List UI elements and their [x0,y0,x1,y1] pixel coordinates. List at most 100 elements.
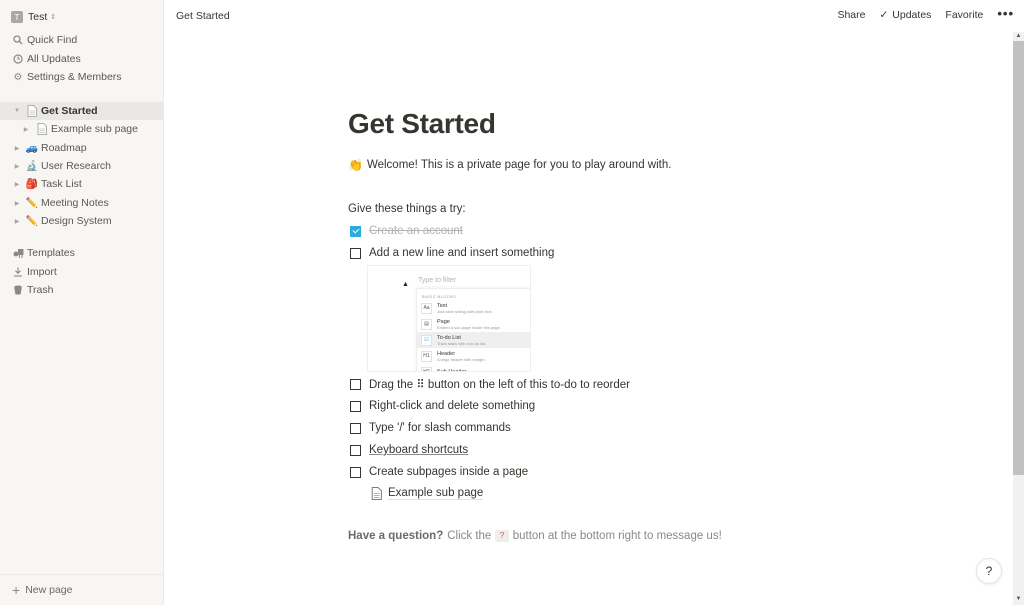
new-page-label: New page [25,584,73,596]
gear-icon: ⚙ [13,71,23,83]
sidebar-page-meeting-notes[interactable]: ▶ ✏️ Meeting Notes [0,194,163,212]
menu-item-desc: Track tasks with a to-do list. [437,340,487,346]
todo-checkbox[interactable] [350,466,361,478]
pencil-icon: ✏️ [25,197,39,209]
scrollbar-thumb[interactable] [1013,41,1024,475]
sidebar-item-templates[interactable]: Templates [0,244,163,262]
sidebar-page-example-sub-page[interactable]: ▶ Example sub page [0,120,163,138]
breadcrumb[interactable]: Get Started [176,10,230,22]
workspace-switcher[interactable]: T Test ⇕ [11,9,56,25]
todo-checkbox-checked[interactable] [350,225,361,237]
page-block-icon: ▤ [421,318,432,330]
help-button[interactable]: ? [976,558,1002,584]
menu-item-name: Sub Header [437,369,467,372]
scroll-up-arrow-icon[interactable]: ▲ [1013,32,1024,41]
question-pre: Click the [447,530,492,542]
keyboard-shortcuts-link[interactable]: Keyboard shortcuts [369,444,468,456]
menu-item-desc: Just start writing with plain text. [437,308,493,314]
sidebar-page-label: Get Started [41,105,98,117]
todo-item: Type '/' for slash commands [348,420,511,436]
menu-item-desc: Embed a sub-page inside this page. [437,324,501,330]
todo-checkbox[interactable] [350,400,361,412]
sidebar-item-quick-find[interactable]: Quick Find [0,31,163,49]
share-button[interactable]: Share [837,9,865,21]
sidebar-page-label: Meeting Notes [41,197,109,209]
sidebar-page-design-system[interactable]: ▶ ✏️ Design System [0,212,163,230]
expand-triangle-icon[interactable]: ▶ [13,218,21,225]
sidebar-item-label: Import [27,266,57,278]
scroll-down-arrow-icon[interactable]: ▼ [1013,594,1024,604]
top-actions: Share ✓ Updates Favorite ••• [837,6,1014,21]
todo-text[interactable]: Drag the ⠿ button on the left of this to… [369,377,630,391]
todo-item: Keyboard shortcuts [348,442,468,458]
welcome-text-block[interactable]: 👏 Welcome! This is a private page for yo… [348,158,671,172]
pencil-icon: ✏️ [25,215,39,227]
subpage-link[interactable]: Example sub page [369,486,484,500]
new-page-button[interactable]: + New page [0,574,163,605]
menu-item-desc: A large header with margin. [437,356,486,362]
subheader-block-icon: H2 [421,366,432,371]
sidebar-page-get-started[interactable]: ▼ Get Started [0,102,163,120]
expand-triangle-icon[interactable]: ▶ [22,126,30,133]
menu-item-selected: ☑ To-do List Track tasks with a to-do lis… [417,332,530,348]
todo-text[interactable]: Right-click and delete something [369,400,535,412]
menu-section-header: BASIC BLOCKS [422,294,457,299]
todo-checkbox[interactable] [350,378,361,390]
more-options-icon[interactable]: ••• [997,6,1014,21]
trash-icon [11,285,25,295]
page-title[interactable]: Get Started [348,108,496,140]
todo-checkbox[interactable] [350,444,361,456]
chevron-updown-icon: ⇕ [50,14,57,21]
block-menu: BASIC BLOCKS Aa Text Just start writing w… [416,288,530,372]
clock-icon [11,54,25,64]
expand-triangle-icon[interactable]: ▶ [13,200,21,207]
sidebar-page-task-list[interactable]: ▶ 🎒 Task List [0,175,163,193]
sidebar-item-trash[interactable]: Trash [0,281,163,299]
car-icon: 🚙 [25,142,39,154]
sidebar: T Test ⇕ Quick Find All Updates ⚙ Settin… [0,0,164,605]
mouse-cursor-icon: ▲ [402,281,409,288]
page-icon [369,486,383,500]
backpack-icon: 🎒 [25,178,39,190]
todo-block-icon: ☑ [421,334,432,346]
help-hint-text: Have a question? Click the ? button at t… [348,530,722,542]
question-key: ? [495,530,509,542]
todo-text[interactable]: Create an account [369,225,463,237]
sidebar-item-all-updates[interactable]: All Updates [0,50,163,68]
todo-text[interactable]: Type '/' for slash commands [369,422,511,434]
collapse-triangle-icon[interactable]: ▼ [13,108,21,114]
favorite-button[interactable]: Favorite [945,9,983,21]
expand-triangle-icon[interactable]: ▶ [13,145,21,152]
expand-triangle-icon[interactable]: ▶ [13,181,21,188]
search-icon [11,35,25,45]
header-block-icon: H1 [421,350,432,362]
sidebar-page-roadmap[interactable]: ▶ 🚙 Roadmap [0,139,163,157]
clap-emoji-icon: 👏 [348,158,363,172]
plus-icon: + [12,582,21,598]
updates-button[interactable]: ✓ Updates [879,9,931,21]
updates-label: Updates [892,9,932,21]
workspace-avatar: T [11,11,23,23]
import-icon [11,267,25,277]
sidebar-page-label: Task List [41,178,82,190]
sidebar-page-label: User Research [41,160,112,172]
todo-checkbox[interactable] [350,422,361,434]
todo-text[interactable]: Add a new line and insert something [369,247,554,259]
todo-text[interactable]: Create subpages inside a page [369,466,528,478]
check-icon: ✓ [879,9,889,21]
menu-item: ▤ Page Embed a sub-page inside this page. [417,316,530,332]
welcome-text: Welcome! This is a private page for you … [366,159,672,171]
page-icon [25,104,39,118]
sidebar-item-import[interactable]: Import [0,263,163,281]
question-bold: Have a question? [348,530,444,542]
menu-item: H2 Sub Header [417,364,530,372]
sidebar-page-user-research[interactable]: ▶ 🔬 User Research [0,157,163,175]
sidebar-item-settings[interactable]: ⚙ Settings & Members [0,68,163,86]
intro-text[interactable]: Give these things a try: [348,203,466,215]
todo-item: Create subpages inside a page [348,464,528,480]
todo-checkbox[interactable] [350,247,361,259]
menu-item: Aa Text Just start writing with plain tex… [417,300,530,316]
expand-triangle-icon[interactable]: ▶ [13,163,21,170]
text-block-icon: Aa [421,302,432,314]
subpage-title: Example sub page [388,486,484,500]
